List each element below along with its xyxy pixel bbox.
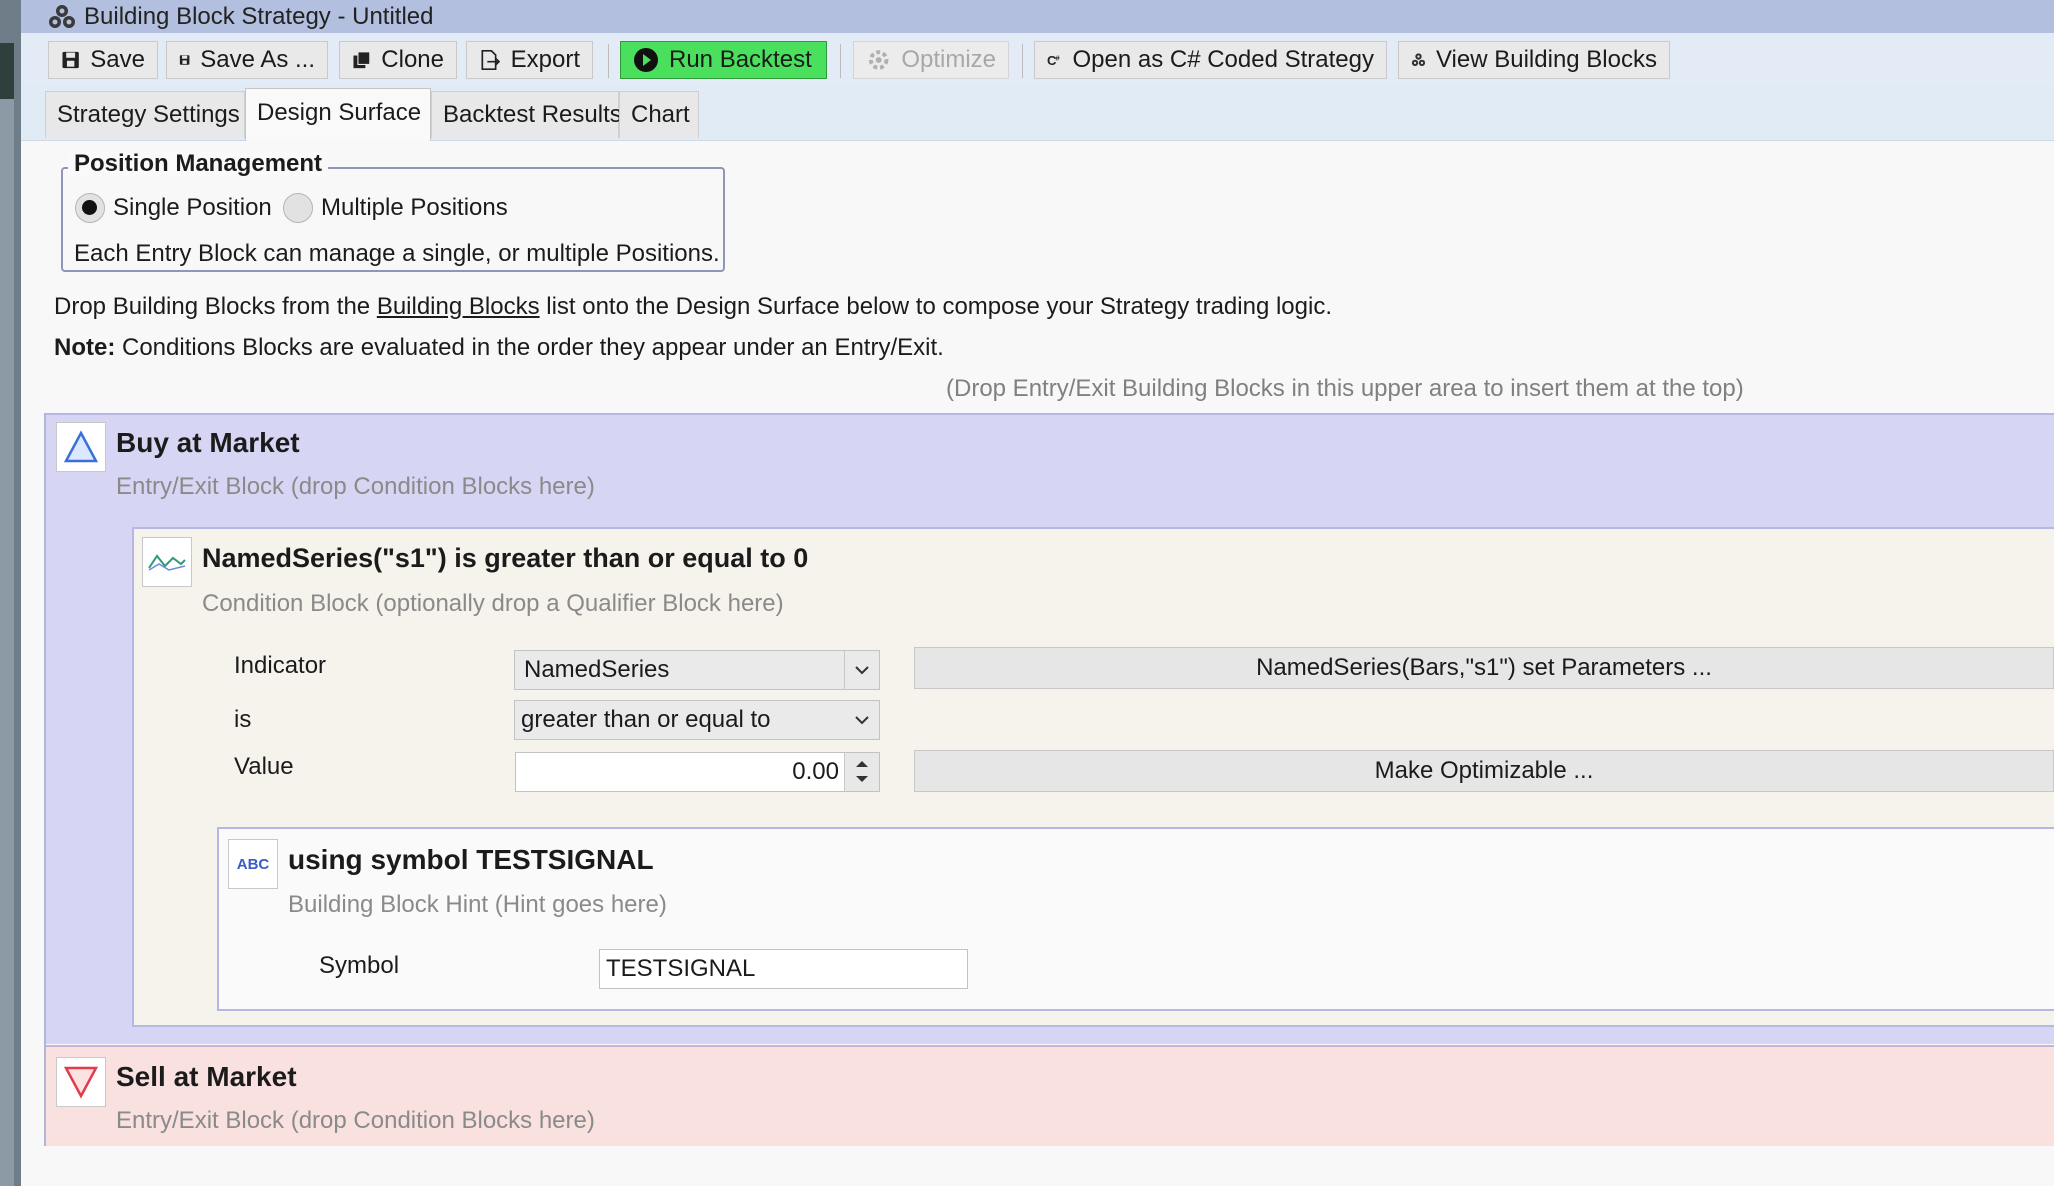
- buy-block-hint: Entry/Exit Block (drop Condition Blocks …: [116, 473, 595, 500]
- spin-down-icon[interactable]: [855, 775, 869, 784]
- design-surface-border: [44, 413, 46, 1146]
- optimize-label: Optimize: [901, 46, 996, 73]
- run-backtest-button[interactable]: Run Backtest: [620, 41, 827, 79]
- save-button[interactable]: Save: [48, 41, 158, 79]
- condition-block-hint: Condition Block (optionally drop a Quali…: [202, 590, 784, 617]
- clone-icon: [353, 51, 371, 69]
- indicator-wave-icon: [142, 537, 192, 587]
- instructions-line: Drop Building Blocks from the Building B…: [54, 292, 1332, 322]
- single-position-radio[interactable]: [75, 193, 105, 223]
- abc-text-icon: ABC: [228, 839, 278, 889]
- svg-text:#: #: [1055, 54, 1060, 63]
- save-as-label: Save As ...: [200, 46, 315, 73]
- tab-chart[interactable]: Chart: [619, 91, 699, 138]
- position-management-title: Position Management: [68, 150, 329, 178]
- tab-backtest-results[interactable]: Backtest Results: [431, 91, 622, 138]
- tab-strategy-settings[interactable]: Strategy Settings: [45, 91, 245, 138]
- note-line: Note: Conditions Blocks are evaluated in…: [54, 333, 944, 363]
- value-label: Value: [234, 753, 294, 780]
- optimize-gear-icon: [868, 50, 889, 70]
- condition-block-title: NamedSeries("s1") is greater than or equ…: [202, 543, 809, 573]
- instructions-text-pre: Drop Building Blocks from the: [54, 293, 377, 320]
- building-blocks-link[interactable]: Building Blocks: [377, 293, 540, 320]
- design-surface-bottom: [46, 1146, 2054, 1186]
- buy-triangle-icon: [56, 422, 106, 472]
- toolbar-separator: [840, 44, 841, 78]
- sell-block-title: Sell at Market: [116, 1061, 297, 1092]
- qualifier-block-title: using symbol TESTSIGNAL: [288, 844, 654, 875]
- drop-top-hint: (Drop Entry/Exit Building Blocks in this…: [946, 375, 1744, 402]
- instructions-text-post: list onto the Design Surface below to co…: [539, 293, 1332, 320]
- export-label: Export: [510, 46, 580, 73]
- comparison-combo-value: greater than or equal to: [521, 706, 771, 733]
- play-icon: [634, 48, 658, 72]
- clone-button[interactable]: Clone: [339, 41, 457, 79]
- multiple-positions-radio[interactable]: [283, 193, 313, 223]
- symbol-label: Symbol: [319, 952, 400, 979]
- spin-up-icon[interactable]: [855, 759, 869, 768]
- run-backtest-label: Run Backtest: [669, 46, 812, 73]
- note-text: Conditions Blocks are evaluated in the o…: [115, 334, 944, 361]
- building-blocks-icon: [1411, 53, 1426, 67]
- symbol-input[interactable]: TESTSIGNAL: [599, 949, 968, 989]
- toolbar-separator: [1022, 44, 1023, 78]
- is-label: is: [234, 706, 252, 733]
- building-blocks-icon: [49, 5, 75, 28]
- save-as-button[interactable]: Save As ...: [166, 41, 328, 79]
- indicator-label: Indicator: [234, 652, 327, 679]
- export-button[interactable]: Export: [466, 41, 593, 79]
- clone-label: Clone: [381, 46, 444, 73]
- chevron-down-icon: [845, 701, 879, 739]
- indicator-combo[interactable]: NamedSeries: [514, 650, 880, 690]
- value-spinner-value: 0.00: [792, 758, 839, 785]
- tab-design-surface[interactable]: Design Surface: [245, 88, 431, 141]
- export-icon: [481, 50, 501, 70]
- save-label: Save: [90, 46, 145, 73]
- note-label: Note:: [54, 334, 116, 361]
- position-management-description: Each Entry Block can manage a single, or…: [74, 240, 720, 267]
- save-icon: [62, 51, 79, 69]
- comparison-combo[interactable]: greater than or equal to: [514, 700, 880, 740]
- set-parameters-button[interactable]: NamedSeries(Bars,"s1") set Parameters ..…: [914, 647, 2054, 689]
- open-csharp-button[interactable]: C # Open as C# Coded Strategy: [1034, 41, 1387, 79]
- buy-block-title: Buy at Market: [116, 427, 300, 458]
- view-building-blocks-button[interactable]: View Building Blocks: [1398, 41, 1670, 79]
- qualifier-block-hint: Building Block Hint (Hint goes here): [288, 891, 667, 918]
- chevron-down-icon: [844, 651, 879, 689]
- open-csharp-label: Open as C# Coded Strategy: [1072, 46, 1374, 73]
- make-optimizable-button[interactable]: Make Optimizable ...: [914, 750, 2054, 792]
- sell-block-hint: Entry/Exit Block (drop Condition Blocks …: [116, 1107, 595, 1134]
- optimize-button[interactable]: Optimize: [853, 41, 1009, 79]
- view-building-blocks-label: View Building Blocks: [1435, 46, 1657, 73]
- left-edge-strip: [0, 0, 21, 1186]
- value-spinner[interactable]: 0.00: [515, 752, 880, 792]
- indicator-combo-value: NamedSeries: [524, 656, 670, 683]
- window-title: Building Block Strategy - Untitled: [84, 3, 434, 30]
- spinner-buttons[interactable]: [844, 753, 879, 791]
- single-position-label[interactable]: Single Position: [113, 193, 272, 223]
- toolbar-separator: [608, 44, 609, 78]
- multiple-positions-label[interactable]: Multiple Positions: [321, 193, 508, 223]
- save-as-icon: [179, 55, 190, 65]
- csharp-icon: C#: [1047, 53, 1060, 68]
- sell-triangle-icon: [56, 1057, 106, 1107]
- abc-icon-text: ABC: [236, 855, 270, 873]
